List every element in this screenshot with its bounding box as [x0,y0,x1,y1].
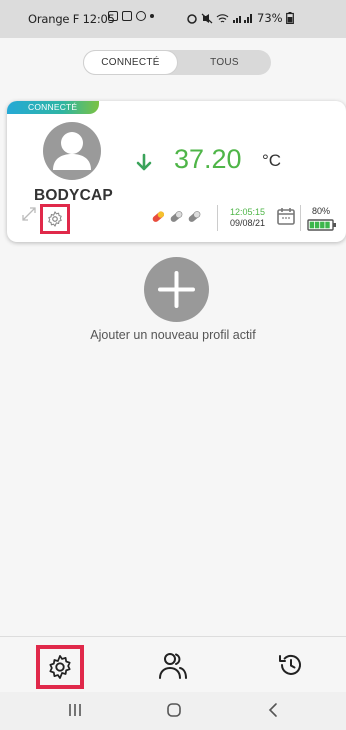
notification-icons [108,11,154,21]
tab-connecte[interactable]: CONNECTÉ [83,50,178,75]
status-carrier-time: Orange F 12:05 [28,12,115,26]
wifi-icon [216,13,229,22]
bottom-nav [0,636,346,692]
gear-icon [48,211,62,227]
signal-icon [233,13,252,23]
last-reading-date: 09/08/21 [229,218,265,228]
system-status-icons: 73% [186,11,294,25]
back-icon[interactable] [266,702,282,718]
nav-settings-button[interactable] [36,645,84,689]
system-nav-bar [0,692,346,730]
temperature-value: 37.20 [174,144,242,174]
battery-icon [307,219,336,231]
history-icon[interactable] [277,651,305,679]
settings-icon [49,655,71,679]
mute-icon [201,13,213,23]
divider [300,205,301,231]
users-icon[interactable] [157,651,189,681]
add-profile-button[interactable] [144,257,209,322]
last-reading-time: 12:05:15 [229,207,265,217]
recent-apps-icon[interactable] [67,702,83,718]
expand-icon[interactable] [21,206,37,222]
battery-percent: 73% [257,11,283,25]
home-icon[interactable] [166,702,182,718]
add-profile-label: Ajouter un nouveau profil actif [90,328,256,342]
sensor-battery-percent: 80% [312,206,331,216]
profile-card[interactable]: CONNECTÉ BODYCAP 37.20 °C 12:05:15 09/08… [7,101,346,242]
arrow-down-icon [136,153,152,171]
avatar [43,122,101,180]
profile-settings-button[interactable] [40,204,70,234]
calendar-icon[interactable] [276,206,296,226]
divider [217,205,218,231]
user-avatar-icon [53,132,91,170]
profile-name: BODYCAP [34,187,113,204]
plus-icon [158,271,195,308]
message-icon [122,11,132,21]
sync-icon [136,11,146,21]
connected-badge: CONNECTÉ [7,101,99,114]
capsules-indicator [150,209,210,225]
gallery-icon [108,11,118,21]
tab-tous[interactable]: TOUS [178,50,271,75]
pills-icon [152,211,201,222]
filter-tabs: CONNECTÉ TOUS [83,50,271,75]
alarm-icon [187,13,197,24]
more-notifications-icon [150,14,154,18]
phone-battery-icon [285,12,294,24]
temperature-unit: °C [262,151,282,170]
status-bar: Orange F 12:05 73% [0,0,346,38]
